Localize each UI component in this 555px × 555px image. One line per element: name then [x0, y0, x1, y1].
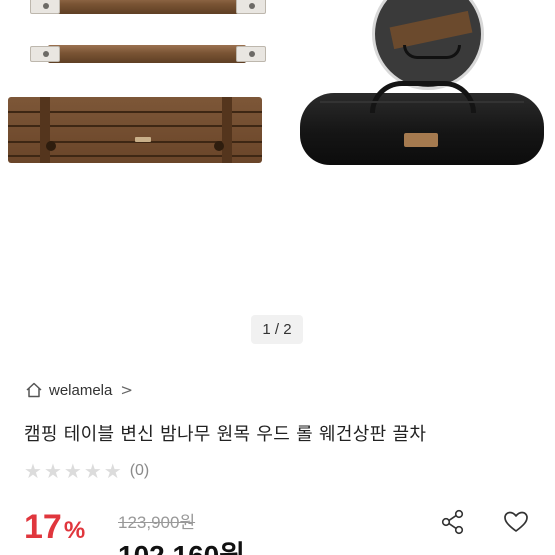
star-icon: ★ — [103, 459, 122, 483]
slat-hinge — [236, 46, 266, 62]
star-icon: ★ — [63, 459, 82, 483]
product-title: 캠핑 테이블 변신 밤나무 원목 우드 롤 웨건상판 끌차 — [24, 424, 427, 445]
discount-unit: % — [63, 517, 86, 544]
image-pager: 1 / 2 — [251, 315, 303, 344]
home-icon — [25, 381, 43, 399]
rolled-table-image — [8, 97, 262, 163]
discount-rate: 17% — [24, 508, 85, 547]
product-image-gallery[interactable]: 1 / 2 — [0, 0, 555, 350]
product-rating[interactable]: ★ ★ ★ ★ ★ (0) — [24, 461, 149, 481]
heart-icon — [502, 508, 530, 540]
chevron-right-icon: > — [120, 381, 133, 399]
wishlist-button[interactable] — [499, 507, 533, 541]
star-icon: ★ — [83, 459, 102, 483]
wood-slat-image — [40, 0, 246, 14]
shop-name: welamela — [49, 381, 113, 399]
share-icon — [439, 508, 467, 540]
bag-detail-image — [372, 0, 484, 90]
original-price: 123,900원 — [118, 513, 196, 532]
star-icon: ★ — [24, 459, 42, 483]
slat-hinge — [236, 0, 266, 14]
share-button[interactable] — [436, 507, 470, 541]
slat-hinge — [30, 0, 60, 14]
discount-number: 17 — [24, 508, 62, 546]
sale-price: 102,160원 — [118, 534, 245, 555]
carry-bag-image — [300, 81, 544, 165]
wood-slat-image — [48, 45, 246, 63]
review-count: (0) — [129, 462, 150, 479]
star-icon: ★ — [43, 459, 62, 483]
shop-link[interactable]: welamela > — [25, 379, 133, 401]
slat-hinge — [30, 46, 60, 62]
